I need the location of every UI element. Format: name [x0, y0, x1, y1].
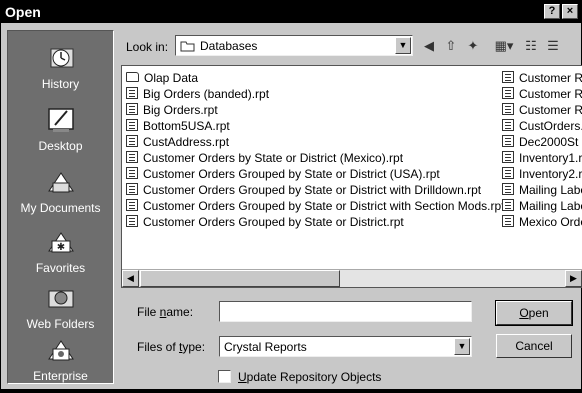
- report-file-icon: [126, 199, 138, 211]
- back-icon[interactable]: ◀: [419, 37, 439, 55]
- file-item[interactable]: CustOrders.: [502, 118, 582, 134]
- report-file-icon: [502, 103, 514, 115]
- file-item[interactable]: Dec2000St: [502, 134, 578, 150]
- window-title: Open: [5, 4, 41, 20]
- file-type-value: Crystal Reports: [224, 340, 307, 354]
- new-folder-icon[interactable]: ✦: [463, 37, 483, 55]
- report-file-icon: [502, 199, 514, 211]
- places-bar: History Desktop My Documents ✱ Favorites…: [7, 30, 114, 384]
- update-repository-checkbox[interactable]: [218, 370, 231, 383]
- report-file-icon: [502, 215, 514, 227]
- scrollbar-thumb[interactable]: [140, 270, 340, 287]
- report-file-icon: [126, 87, 138, 99]
- web-folders-icon: [48, 290, 74, 308]
- file-item[interactable]: CustAddress.rpt: [126, 134, 229, 150]
- file-list-column-2: Customer R Customer R Customer R CustOrd…: [502, 66, 582, 266]
- report-file-icon: [502, 183, 514, 195]
- place-label: History: [41, 77, 80, 91]
- file-item[interactable]: Inventory1.r: [502, 150, 582, 166]
- file-name-label: File name:: [137, 305, 194, 319]
- file-item[interactable]: Customer R: [502, 102, 582, 118]
- place-label: Enterprise: [33, 369, 88, 383]
- update-repository-label: Update Repository Objects: [238, 370, 382, 384]
- look-in-dropdown[interactable]: Databases ▼: [175, 35, 413, 56]
- file-list: Olap Data Big Orders (banded).rpt Big Or…: [121, 65, 582, 288]
- file-item[interactable]: Customer Orders Grouped by State or Dist…: [126, 214, 404, 230]
- chevron-down-icon[interactable]: ▼: [454, 338, 470, 355]
- svg-text:✱: ✱: [57, 242, 65, 253]
- history-icon: [50, 48, 74, 68]
- place-label: My Documents: [20, 201, 101, 215]
- file-type-dropdown[interactable]: Crystal Reports ▼: [219, 336, 472, 357]
- help-button[interactable]: ?: [544, 4, 560, 19]
- list-view-icon[interactable]: ☷: [521, 37, 541, 55]
- views-icon[interactable]: ▦▾: [491, 37, 517, 55]
- file-item[interactable]: Customer R: [502, 70, 582, 86]
- report-file-icon: [502, 119, 514, 131]
- report-file-icon: [126, 215, 138, 227]
- file-item[interactable]: Big Orders.rpt: [126, 102, 218, 118]
- report-file-icon: [502, 135, 514, 147]
- file-item[interactable]: Customer R: [502, 86, 582, 102]
- report-file-icon: [126, 151, 138, 163]
- place-label: Desktop: [38, 139, 83, 153]
- look-in-label: Look in:: [126, 40, 169, 54]
- open-dialog: Open ? × History Desktop My Documents ✱ …: [0, 0, 582, 390]
- folder-item[interactable]: Olap Data: [126, 70, 198, 86]
- open-button[interactable]: Open: [495, 300, 573, 326]
- place-enterprise[interactable]: Enterprise: [8, 329, 113, 393]
- scroll-left-icon[interactable]: ◀: [122, 270, 139, 287]
- look-in-value: Databases: [200, 39, 258, 53]
- report-file-icon: [502, 71, 514, 83]
- report-file-icon: [126, 103, 138, 115]
- file-item[interactable]: Inventory2.r: [502, 166, 582, 182]
- file-item[interactable]: Mailing Labe: [502, 198, 582, 214]
- place-favorites[interactable]: ✱ Favorites: [8, 221, 113, 285]
- report-file-icon: [126, 167, 138, 179]
- file-item[interactable]: Customer Orders Grouped by State or Dist…: [126, 198, 504, 214]
- horizontal-scrollbar[interactable]: ◀ ▶: [122, 269, 582, 287]
- cancel-button[interactable]: Cancel: [496, 334, 572, 358]
- file-item[interactable]: Customer Orders Grouped by State or Dist…: [126, 166, 440, 182]
- favorites-icon: ✱: [48, 232, 74, 253]
- desktop-icon: [48, 108, 74, 132]
- file-item[interactable]: Customer Orders by State or District (Me…: [126, 150, 403, 166]
- folder-icon: [126, 72, 139, 82]
- details-view-icon[interactable]: ☰: [543, 37, 563, 55]
- file-item[interactable]: Customer Orders Grouped by State or Dist…: [126, 182, 481, 198]
- file-item[interactable]: Big Orders (banded).rpt: [126, 86, 269, 102]
- report-file-icon: [126, 135, 138, 147]
- chevron-down-icon[interactable]: ▼: [395, 37, 411, 54]
- report-file-icon: [502, 167, 514, 179]
- place-label: Favorites: [35, 261, 86, 275]
- file-item[interactable]: Mailing Labe: [502, 182, 582, 198]
- folder-icon: [180, 41, 195, 52]
- file-name-input[interactable]: [219, 301, 472, 322]
- up-folder-icon[interactable]: ⇧: [441, 37, 461, 55]
- report-file-icon: [126, 119, 138, 131]
- place-desktop[interactable]: Desktop: [8, 99, 113, 163]
- file-type-label: Files of type:: [137, 340, 206, 354]
- file-item[interactable]: Mexico Orde: [502, 214, 582, 230]
- my-documents-icon: [48, 172, 74, 193]
- enterprise-icon: [48, 340, 74, 361]
- file-item[interactable]: Bottom5USA.rpt: [126, 118, 230, 134]
- place-history[interactable]: History: [8, 37, 113, 101]
- title-bar: Open ? ×: [1, 1, 581, 23]
- scroll-right-icon[interactable]: ▶: [565, 270, 582, 287]
- report-file-icon: [502, 87, 514, 99]
- close-button[interactable]: ×: [562, 4, 578, 19]
- report-file-icon: [126, 183, 138, 195]
- place-my-documents[interactable]: My Documents: [8, 161, 113, 225]
- report-file-icon: [502, 151, 514, 163]
